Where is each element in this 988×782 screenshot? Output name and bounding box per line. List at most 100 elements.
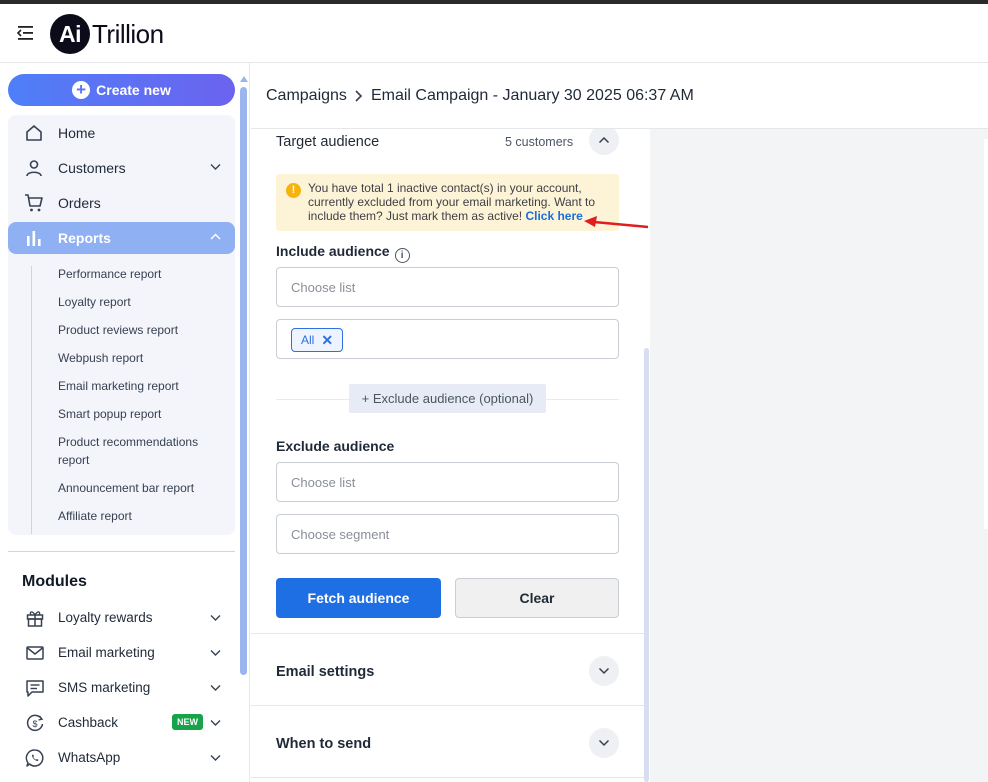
new-badge: NEW [172,714,203,730]
submenu-product-recommendations-report[interactable]: Product recommendations [58,433,198,451]
expand-email-settings-button[interactable] [589,656,619,686]
warning-info-icon: ! [286,183,301,198]
click-here-link[interactable]: Click here [525,209,582,223]
add-exclude-audience-button[interactable]: + Exclude audience (optional) [349,384,546,413]
submenu-webpush-report[interactable]: Webpush report [58,349,143,367]
whatsapp-icon [25,749,44,767]
chevron-down-icon [210,615,221,621]
include-audience-label: Include audience i [276,243,410,263]
sidebar-item-home[interactable]: Home [8,117,235,149]
logo-text: Trillion [92,18,164,49]
chevron-down-icon [210,755,221,761]
mail-icon [26,646,44,660]
exclude-list-select[interactable]: Choose list [276,462,619,502]
section-divider [251,705,648,706]
customer-count: 5 customers [505,135,574,149]
inactive-contacts-notice: ! You have total 1 inactive contact(s) i… [276,174,619,231]
exclude-audience-label: Exclude audience [276,438,395,454]
include-segment-select[interactable]: All ✕ [276,319,619,359]
sidebar-item-cashback[interactable]: $ Cashback NEW [8,708,235,738]
email-settings-title[interactable]: Email settings [276,664,374,680]
selected-tag-all: All ✕ [291,328,344,352]
main-scrollbar-thumb[interactable] [644,348,649,782]
breadcrumb-current: Email Campaign - January 30 2025 06:37 A… [370,87,694,104]
section-divider [251,633,648,634]
section-divider [251,777,648,778]
target-audience-label: Target audience [276,134,380,150]
remove-tag-icon[interactable]: ✕ [321,333,333,347]
sidebar-item-reports[interactable]: Reports [8,222,235,254]
module-label: Loyalty rewards [58,610,153,625]
submenu-performance-report[interactable]: Performance report [58,265,161,283]
target-audience-title[interactable]: Target audience [276,134,379,150]
submenu-guide-line [31,266,32,534]
submenu-announcement-bar-report[interactable]: Announcement bar report [58,479,194,497]
chevron-down-icon [210,164,221,170]
cart-icon [25,194,43,212]
chevron-right-icon [355,90,363,102]
submenu-product-recommendations-report-line2[interactable]: report [58,451,89,469]
sidebar-divider [8,551,235,552]
collapse-menu-icon[interactable] [15,22,35,44]
sidebar-item-email-marketing[interactable]: Email marketing [8,638,235,668]
module-label: WhatsApp [58,750,121,765]
chevron-up-icon [598,136,610,144]
plus-icon: + [72,81,91,99]
collapse-target-audience-button[interactable] [589,129,619,155]
fetch-audience-button[interactable]: Fetch audience [276,578,441,618]
sidebar-item-sms-marketing[interactable]: SMS marketing [8,673,235,703]
sidebar-item-customers[interactable]: Customers [8,152,235,184]
app-header: Ai Trillion [0,4,988,63]
sidebar-item-label: Home [58,125,96,141]
submenu-email-marketing-report[interactable]: Email marketing report [58,377,179,395]
module-label: SMS marketing [58,680,151,695]
sidebar-scrollbar-thumb[interactable] [240,87,247,675]
sidebar-item-orders[interactable]: Orders [8,187,235,219]
expand-when-to-send-button[interactable] [589,728,619,758]
chevron-down-icon [598,667,610,675]
sidebar-scroll-up-arrow[interactable] [240,76,248,82]
bar-chart-icon [27,231,41,246]
create-new-label: Create new [96,82,171,98]
create-new-button[interactable]: + Create new [8,74,235,106]
include-audience-text: Include audience [276,243,390,259]
user-icon [26,160,42,177]
include-list-placeholder: Choose list [291,280,356,295]
submenu-loyalty-report[interactable]: Loyalty report [58,293,131,311]
sidebar: + Create new Home Customers Orders Repor… [0,63,250,782]
info-icon[interactable]: i [394,248,410,263]
include-list-select[interactable]: Choose list [276,267,619,307]
sidebar-item-label: Reports [58,230,111,246]
when-to-send-title[interactable]: When to send [276,736,371,752]
svg-text:$: $ [32,719,37,729]
sidebar-item-loyalty-rewards[interactable]: Loyalty rewards [8,603,235,633]
sms-icon [26,680,44,697]
preview-frame-edge [984,139,988,529]
chevron-down-icon [210,685,221,691]
modules-heading: Modules [22,573,87,590]
sidebar-item-label: Customers [58,160,126,176]
exclude-segment-select[interactable]: Choose segment [276,514,619,554]
exclude-list-placeholder: Choose list [291,475,356,490]
sidebar-item-whatsapp[interactable]: WhatsApp [8,743,235,773]
home-icon [26,125,42,141]
submenu-affiliate-report[interactable]: Affiliate report [58,507,132,525]
breadcrumb-campaigns-link[interactable]: Campaigns [266,87,347,105]
preview-panel [650,129,988,782]
annotation-arrow-icon [584,216,649,229]
cashback-icon: $ [26,714,44,732]
page-topbar: Campaigns Email Campaign - January 30 20… [251,63,988,129]
notice-text: You have total 1 inactive contact(s) in … [308,181,613,223]
submenu-smart-popup-report[interactable]: Smart popup report [58,405,161,423]
exclude-segment-placeholder: Choose segment [291,527,390,542]
chevron-up-icon [210,233,221,240]
module-label: Email marketing [58,645,155,660]
brand-logo[interactable]: Ai Trillion [50,14,164,54]
clear-button[interactable]: Clear [455,578,619,618]
logo-mark: Ai [50,14,90,54]
sidebar-item-label: Orders [58,195,101,211]
submenu-product-reviews-report[interactable]: Product reviews report [58,321,178,339]
breadcrumb: Campaigns Email Campaign - January 30 20… [266,87,694,105]
chevron-down-icon [598,739,610,747]
gift-icon [26,611,44,627]
